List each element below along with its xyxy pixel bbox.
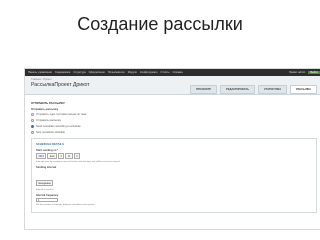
radio-button[interactable] xyxy=(31,118,34,122)
tab-statistics[interactable]: СТАТИСТИКА xyxy=(257,85,288,94)
start-label: Start sending on * xyxy=(36,148,59,152)
send-section-title: ОТПРАВИТЬ РАССЫЛКУ xyxy=(31,101,65,105)
admin-menu-item[interactable]: Оформление xyxy=(89,71,105,74)
frequency-label: Interval frequency xyxy=(36,193,59,197)
tab-view[interactable]: ПРОСМОТР xyxy=(190,85,218,94)
admin-menu-item[interactable]: Конфигурация xyxy=(140,71,157,74)
logout-link[interactable]: Выйти xyxy=(308,71,320,74)
interval-select[interactable]: Ежедневно xyxy=(36,180,54,186)
breadcrumb[interactable]: Главная › Проект xyxy=(31,78,52,81)
radio-button-selected[interactable] xyxy=(31,124,34,128)
radio-button[interactable] xyxy=(31,130,34,134)
admin-menu-item[interactable]: Отчёты xyxy=(160,71,169,74)
tab-edit[interactable]: РЕДАКТИРОВАТЬ xyxy=(220,85,255,94)
interval-label: Sending interval xyxy=(36,166,57,169)
frequency-input[interactable]: 1 xyxy=(36,198,58,202)
tab-newsletter[interactable]: РАССЫЛКА xyxy=(290,85,317,94)
radio-label: Stop newsletter schedule xyxy=(36,130,65,134)
send-option-schedule[interactable]: Send newsletter according to schedule xyxy=(31,124,317,128)
send-option-stop[interactable]: Stop newsletter schedule xyxy=(31,130,317,134)
admin-menu-item[interactable]: Модули xyxy=(128,71,137,74)
slide-title: Создание рассылки xyxy=(77,14,243,34)
minute-select[interactable]: 0 xyxy=(73,153,81,159)
year-select[interactable]: 2013 xyxy=(36,153,47,159)
send-option-test[interactable]: Отправить одно тестовое письмо по теме xyxy=(31,112,317,116)
admin-menu-item[interactable]: Пользователи xyxy=(108,71,125,74)
start-date-selects: 2013 фев 4 11 0 xyxy=(36,153,312,159)
admin-screenshot: Панель управления Содержимое Структура О… xyxy=(24,68,320,230)
admin-toolbar: Панель управления Содержимое Структура О… xyxy=(25,69,320,76)
radio-label: Отправить рассылку xyxy=(36,118,61,122)
send-section-subtitle: Отправить рассылку xyxy=(31,108,59,111)
send-option-send[interactable]: Отправить рассылку xyxy=(31,118,317,122)
schedule-legend[interactable]: SCHEDULE DETAILS xyxy=(36,142,312,146)
user-menu: Привет admin Выйти xyxy=(289,71,320,74)
admin-menu-item[interactable]: Панель управления xyxy=(28,71,52,74)
admin-menu-item[interactable]: Содержимое xyxy=(55,71,71,74)
admin-menu-item[interactable]: Справка xyxy=(172,71,182,74)
admin-menu: Панель управления Содержимое Структура О… xyxy=(28,71,289,74)
schedule-fieldset: SCHEDULE DETAILS Start sending on * 2013… xyxy=(31,137,317,213)
hour-select[interactable]: 11 xyxy=(65,153,73,159)
node-tabs: ПРОСМОТР РЕДАКТИРОВАТЬ СТАТИСТИКА РАССЫЛ… xyxy=(190,85,317,94)
radio-label: Отправить одно тестовое письмо по теме xyxy=(36,112,87,116)
page-title: РассылкаПроект Дрикот xyxy=(31,82,90,88)
day-select[interactable]: 4 xyxy=(57,153,65,159)
month-select[interactable]: фев xyxy=(47,153,57,159)
start-description: Intervals start by sending a new mail at… xyxy=(36,161,121,163)
user-greeting[interactable]: Привет admin xyxy=(289,71,305,74)
radio-label: Send newsletter according to schedule xyxy=(36,124,81,128)
page-header: Главная › Проект РассылкаПроект Дрикот П… xyxy=(25,76,320,95)
radio-button[interactable] xyxy=(31,112,34,116)
frequency-description: Set the number of Intervals between news… xyxy=(36,203,96,206)
admin-menu-item[interactable]: Структура xyxy=(73,71,85,74)
interval-description: Interval to send at xyxy=(36,188,54,191)
main-content: ОТПРАВИТЬ РАССЫЛКУ Отправить рассылку От… xyxy=(25,95,320,217)
